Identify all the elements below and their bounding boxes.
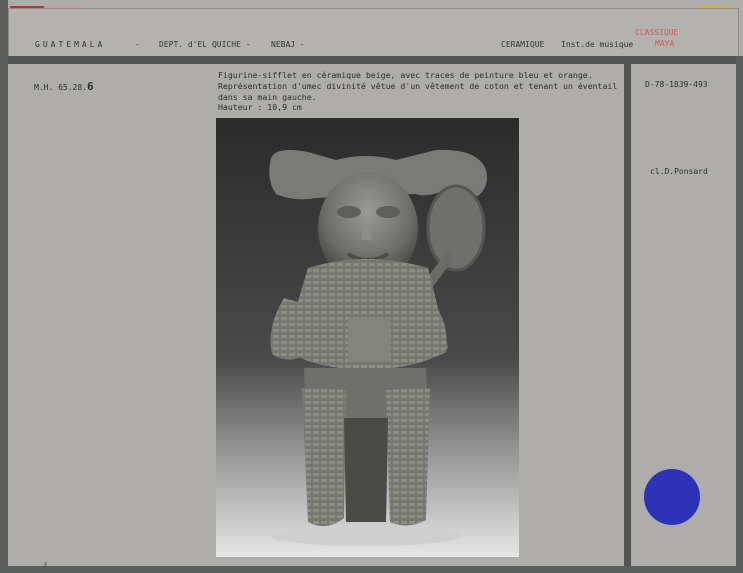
bottom-border — [8, 566, 743, 573]
photo-credit: cl.D.Ponsard — [650, 167, 708, 176]
department-label: DEPT. d'EL QUICHE - — [159, 40, 251, 49]
inventory-number: M.H. 65.28.6 — [34, 80, 94, 93]
blue-sticker — [644, 469, 700, 525]
object-description: Figurine-sifflet en céramique beige, ave… — [218, 70, 623, 113]
right-border — [736, 56, 743, 573]
material-label: CERAMIQUE — [501, 40, 545, 49]
inventory-suffix: 6 — [86, 80, 94, 93]
height-line: Hauteur : 10,9 cm — [218, 102, 302, 113]
catalog-card: GUATEMALA - DEPT. d'EL QUICHE - NEBAJ - … — [0, 0, 743, 573]
figurine-image — [269, 149, 487, 546]
corner-mark: F — [44, 562, 48, 569]
column-rule — [624, 56, 631, 570]
place-label: NEBAJ - — [271, 40, 305, 49]
photo-reference: D-78-1839-493 — [645, 80, 708, 89]
country-label: GUATEMALA — [35, 40, 106, 49]
card-header: GUATEMALA - DEPT. d'EL QUICHE - NEBAJ - … — [8, 8, 739, 58]
description-line: Représentation d'umec divinité vêtue d'u… — [218, 80, 618, 91]
stamp-line-1: CLASSIQUE — [635, 28, 679, 37]
stamp-line-2: MAYA — [655, 39, 675, 48]
description-line: Figurine-sifflet en céramique beige, ave… — [218, 70, 593, 80]
category-label: Inst.de musique — [561, 40, 634, 49]
period-stamp: CLASSIQUE MAYA — [635, 27, 678, 49]
left-border — [0, 0, 8, 573]
inventory-prefix: M.H. 65.28. — [34, 83, 87, 92]
description-line: dans sa main gauche. — [218, 91, 317, 102]
header-separator: - — [135, 40, 140, 49]
object-photograph — [216, 118, 519, 557]
